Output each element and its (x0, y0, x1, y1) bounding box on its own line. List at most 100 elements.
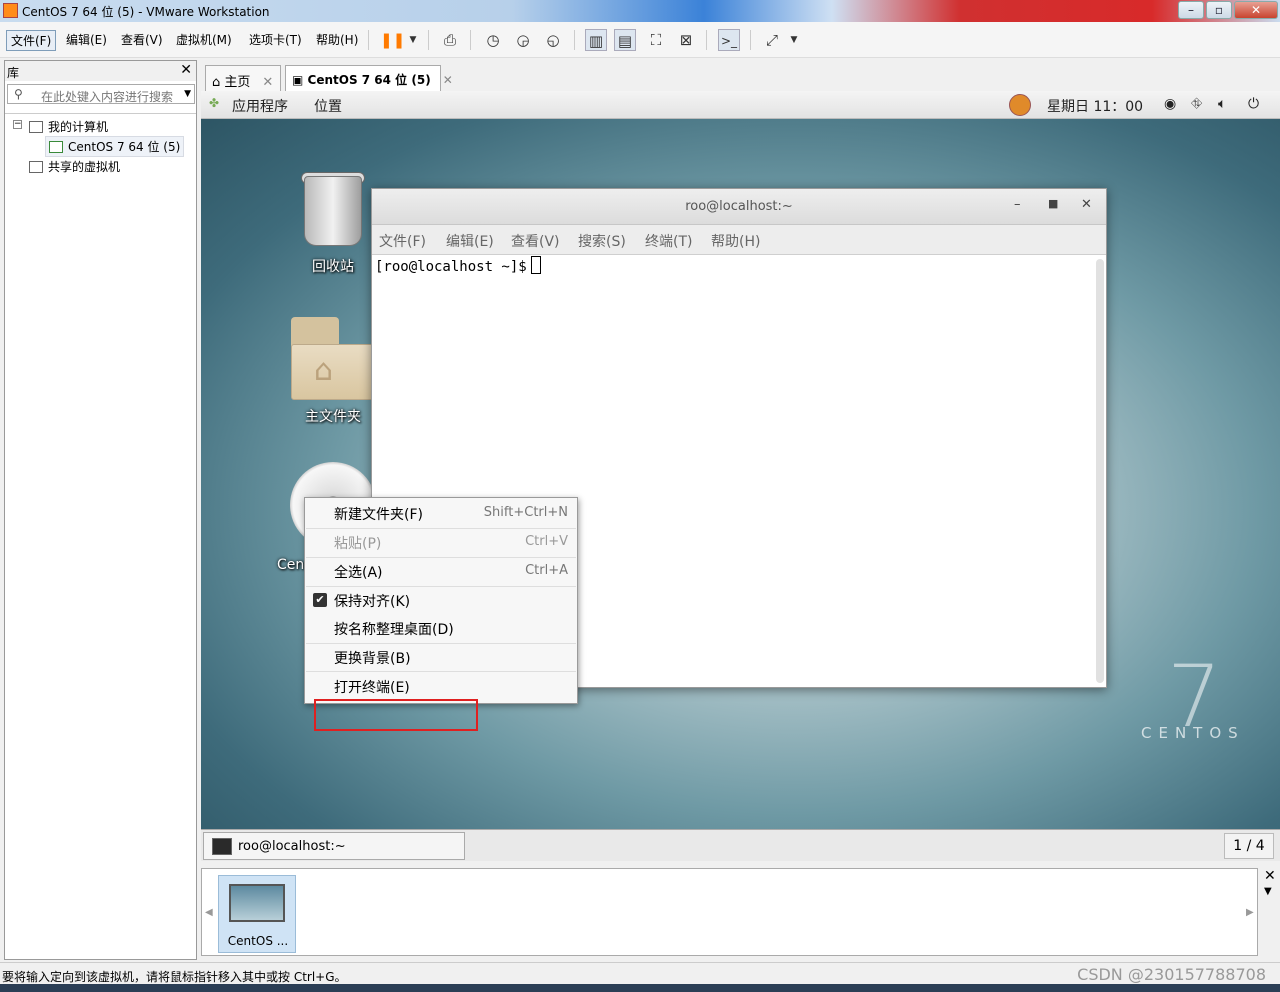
revert-snapshot-icon[interactable]: ◶ (512, 29, 534, 51)
terminal-close-button[interactable]: ✕ (1081, 197, 1092, 212)
menu-toolbar: 文件(F) 编辑(E) 查看(V) 虚拟机(M) 选项卡(T) 帮助(H) ❚❚… (0, 22, 1280, 58)
vm-screen[interactable]: ✤ 应用程序 位置 星期日 11：00 ◉ ⛗ 🔈︎ ⏻ 回收站 ⌂ 主文件夹 … (201, 91, 1280, 861)
menu-new-folder[interactable]: 新建文件夹(F) Shift+Ctrl+N (306, 499, 576, 527)
menu-keep-aligned-label: 保持对齐(K) (334, 594, 411, 610)
show-thumbnail-bar-icon[interactable]: ▤ (614, 29, 636, 51)
status-bar: 要将输入定向到该虚拟机，请将鼠标指针移入其中或按 Ctrl+G。 CSDN @2… (0, 962, 1280, 984)
library-title: 库 (7, 66, 20, 80)
menu-new-folder-label: 新建文件夹(F) (334, 507, 423, 523)
tab-home[interactable]: ⌂ 主页 ✕ (205, 65, 281, 91)
workspace-indicator[interactable]: 1 / 4 (1224, 833, 1274, 859)
menu-change-background-label: 更换背景(B) (334, 651, 411, 667)
terminal-menu-terminal[interactable]: 终端(T) (645, 231, 692, 251)
send-ctrl-alt-del-icon[interactable]: ⎙ (439, 29, 461, 51)
tree-my-computer[interactable]: − 我的计算机 (13, 118, 108, 135)
trash-label[interactable]: 回收站 (293, 256, 373, 276)
snapshot-manager-icon[interactable]: ◵ (542, 29, 564, 51)
user-avatar-icon[interactable] (1009, 94, 1031, 116)
full-screen-icon[interactable]: ⛶ (645, 29, 667, 51)
clock[interactable]: 星期日 11：00 (1047, 96, 1143, 116)
terminal-menu-search[interactable]: 搜索(S) (578, 231, 626, 251)
tab-centos[interactable]: ▣ CentOS 7 64 位 (5) ✕ (285, 65, 453, 91)
terminal-menubar: 文件(F) 编辑(E) 查看(V) 搜索(S) 终端(T) 帮助(H) (372, 225, 1106, 255)
shared-vm-icon (29, 161, 43, 173)
volume-icon[interactable]: 🔈︎ (1218, 96, 1226, 112)
home-folder-tab[interactable] (291, 317, 339, 347)
menu-arrange-by-name[interactable]: 按名称整理桌面(D) (306, 614, 576, 642)
host-taskbar (0, 984, 1280, 992)
trash-can-body[interactable] (304, 176, 362, 246)
home-folder-label[interactable]: 主文件夹 (293, 406, 373, 426)
tree-vm-label: CentOS 7 64 位 (5) (68, 140, 181, 154)
tab-home-close-icon[interactable]: ✕ (262, 75, 273, 90)
home-icon: ⌂ (212, 75, 221, 90)
disc-label[interactable]: Cen (277, 557, 307, 573)
tree-shared-label: 共享的虚拟机 (48, 160, 121, 174)
menu-paste[interactable]: 粘贴(P) Ctrl+V (306, 528, 576, 556)
title-bar: CentOS 7 64 位 (5) - VMware Workstation –… (0, 0, 1280, 22)
terminal-scrollbar[interactable] (1096, 259, 1104, 683)
vm-thumbnail-label: CentOS ... (227, 934, 289, 948)
home-folder-icon[interactable]: ⌂ (291, 344, 375, 400)
pause-icon[interactable]: ❚❚ (380, 29, 405, 51)
menu-help[interactable]: 帮助(H) (312, 30, 362, 49)
pause-dropdown-icon[interactable]: ▼ (402, 29, 424, 51)
terminal-menu-view[interactable]: 查看(V) (511, 231, 560, 251)
menu-edit[interactable]: 编辑(E) (62, 30, 111, 49)
tree-shared-vms[interactable]: 共享的虚拟机 (29, 158, 120, 175)
menu-vm[interactable]: 虚拟机(M) (172, 30, 236, 49)
places-menu[interactable]: 位置 (314, 96, 342, 116)
thumb-scroll-left-icon[interactable]: ◀ (205, 907, 213, 918)
stretch-icon[interactable]: ⤢ (761, 29, 783, 51)
stretch-dropdown-icon[interactable]: ▼ (783, 29, 805, 51)
status-text: 要将输入定向到该虚拟机，请将鼠标指针移入其中或按 Ctrl+G。 (2, 970, 347, 984)
terminal-menu-edit[interactable]: 编辑(E) (446, 231, 494, 251)
console-view-icon[interactable]: >_ (718, 29, 740, 51)
menu-select-all[interactable]: 全选(A) Ctrl+A (306, 557, 576, 585)
minimize-button[interactable]: – (1178, 1, 1204, 19)
tab-home-label: 主页 (224, 75, 251, 90)
library-header: 库 ✕ (5, 61, 196, 81)
menu-select-all-shortcut: Ctrl+A (525, 563, 568, 578)
menu-select-all-label: 全选(A) (334, 565, 383, 581)
show-library-icon[interactable]: ▥ (585, 29, 607, 51)
thumb-scroll-right-icon[interactable]: ▶ (1246, 907, 1254, 918)
library-search-input[interactable]: ⚲ 在此处键入内容进行搜索 ▼ (7, 84, 195, 104)
tree-vm-centos[interactable]: CentOS 7 64 位 (5) (45, 136, 185, 157)
terminal-minimize-button[interactable]: – (1014, 197, 1021, 212)
maximize-button[interactable]: ▫ (1206, 1, 1232, 19)
snapshot-icon[interactable]: ◷ (482, 29, 504, 51)
accessibility-icon[interactable]: ◉ (1164, 96, 1176, 112)
applications-menu[interactable]: 应用程序 (232, 96, 288, 116)
terminal-cursor (530, 256, 541, 274)
close-button[interactable]: ✕ (1234, 1, 1278, 19)
terminal-maximize-button[interactable]: ■ (1048, 197, 1058, 210)
desktop[interactable]: 回收站 ⌂ 主文件夹 Cen 7 CENTOS roo@localhost:~ … (201, 119, 1280, 829)
collapse-icon[interactable]: − (13, 120, 22, 129)
tab-centos-close-icon[interactable]: ✕ (443, 73, 453, 87)
unity-icon[interactable]: ⊠ (675, 29, 697, 51)
menu-keep-aligned[interactable]: ✔ 保持对齐(K) (306, 586, 576, 614)
checkbox-checked-icon[interactable]: ✔ (313, 593, 327, 607)
taskbar-terminal-button[interactable]: roo@localhost:~ (203, 832, 465, 860)
terminal-prompt: [roo@localhost ~]$ (375, 259, 527, 275)
search-dropdown-icon[interactable]: ▼ (184, 89, 191, 99)
power-icon[interactable]: ⏻ (1248, 96, 1259, 112)
house-icon: ⌂ (314, 353, 334, 388)
library-close-icon[interactable]: ✕ (180, 62, 192, 78)
menu-change-background[interactable]: 更换背景(B) (306, 643, 576, 671)
menu-tabs[interactable]: 选项卡(T) (245, 30, 306, 49)
terminal-menu-help[interactable]: 帮助(H) (711, 231, 760, 251)
menu-view[interactable]: 查看(V) (117, 30, 167, 49)
thumbnail-bar-close-icon[interactable]: ✕ (1264, 868, 1276, 884)
library-tree: − 我的计算机 CentOS 7 64 位 (5) 共享的虚拟机 (5, 113, 196, 174)
terminal-menu-file[interactable]: 文件(F) (379, 231, 426, 251)
network-icon[interactable]: ⛗ (1191, 96, 1202, 112)
vmware-app-icon (3, 3, 18, 18)
vm-thumbnail[interactable]: CentOS ... (218, 875, 296, 953)
menu-open-terminal[interactable]: 打开终端(E) (306, 672, 576, 700)
watermark: CSDN @230157788708 (1077, 965, 1266, 984)
menu-file[interactable]: 文件(F) (6, 30, 57, 51)
terminal-titlebar[interactable]: roo@localhost:~ – ■ ✕ (372, 189, 1106, 225)
thumbnail-bar-dropdown-icon[interactable]: ▼ (1264, 886, 1272, 897)
